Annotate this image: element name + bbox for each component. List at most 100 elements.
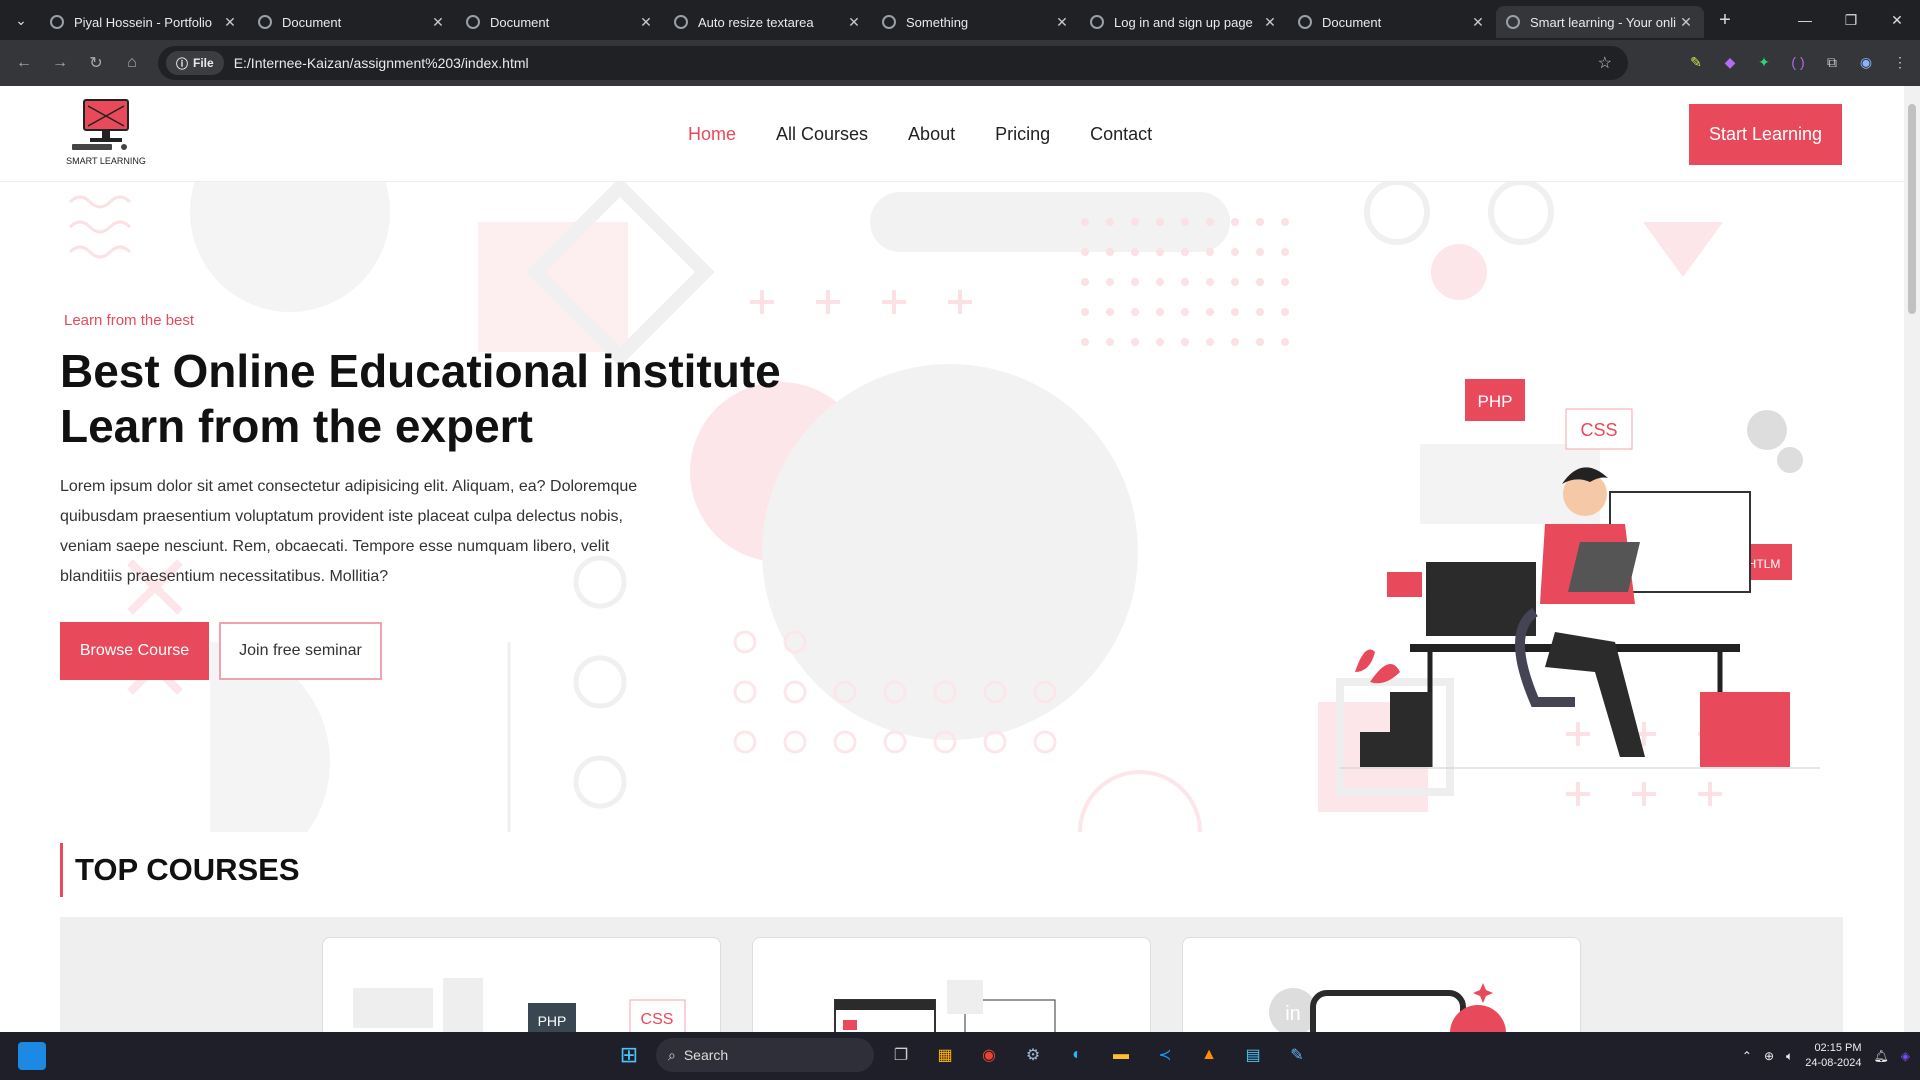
browser-tab[interactable]: Log in and sign up page ✕ (1080, 6, 1288, 38)
green-extension-icon[interactable]: ✦ (1754, 52, 1774, 72)
page-scrollbar[interactable] (1904, 86, 1920, 1032)
os-taskbar: ⊞ ⌕ Search ❐ ▦ ◉ ⚙ ◐ ▬ ≺ ▲ ▤ ✎ ⌃ ⊕ 🔈︎ 02:… (0, 1032, 1920, 1080)
nav-link-contact[interactable]: Contact (1090, 124, 1152, 145)
reload-icon[interactable]: ↻ (78, 45, 114, 81)
vlc-icon[interactable]: ▲ (1192, 1038, 1226, 1072)
file-chip-label: File (193, 56, 214, 70)
clock[interactable]: 02:15 PM 24-08-2024 (1805, 1041, 1861, 1071)
browser-tab[interactable]: Something ✕ (872, 6, 1080, 38)
copilot-icon[interactable]: ◈ (1901, 1049, 1910, 1063)
logo-text: SMART LEARNING (66, 156, 146, 166)
html-tag: HTLM (1748, 557, 1781, 571)
clock-date: 24-08-2024 (1805, 1057, 1862, 1069)
headline-line-1: Best Online Educational institute (60, 345, 781, 397)
nav-link-all-courses[interactable]: All Courses (776, 124, 868, 145)
store-icon[interactable]: ▦ (928, 1038, 962, 1072)
back-icon[interactable]: ← (6, 45, 42, 81)
browser-tab-strip: ⌄ Piyal Hossein - Portfolio ✕ Document ✕ Doc… (0, 0, 1920, 40)
close-tab-icon[interactable]: ✕ (1054, 14, 1070, 31)
home-icon[interactable]: ⌂ (114, 45, 150, 81)
notepad-icon[interactable]: ▤ (1236, 1038, 1270, 1072)
task-view-icon[interactable]: ❐ (884, 1038, 918, 1072)
pen-extension-icon[interactable]: ✎ (1686, 52, 1706, 72)
close-tab-icon[interactable]: ✕ (846, 14, 862, 31)
new-tab-button[interactable]: + (1710, 9, 1740, 32)
edge-icon[interactable]: ◐ (1060, 1038, 1094, 1072)
close-tab-icon[interactable]: ✕ (1262, 14, 1278, 31)
close-tab-icon[interactable]: ✕ (1678, 14, 1694, 31)
chevron-up-icon[interactable]: ⌃ (1742, 1049, 1752, 1063)
more-menu-icon[interactable]: ⋮ (1890, 52, 1910, 72)
tab-label: Auto resize textarea (698, 14, 814, 30)
headline-line-2: Learn from the expert (60, 400, 533, 452)
nav-link-about[interactable]: About (908, 124, 955, 145)
vscode-icon[interactable]: ≺ (1148, 1038, 1182, 1072)
profile-avatar-icon[interactable]: ◉ (1856, 52, 1876, 72)
forward-icon[interactable]: → (42, 45, 78, 81)
puzzle-icon[interactable]: ⧉ (1822, 52, 1842, 72)
hero-section: Learn from the best Best Online Educatio… (0, 182, 1904, 832)
taskbar-search[interactable]: ⌕ Search (656, 1038, 874, 1072)
globe-icon (674, 15, 688, 29)
nav-link-home[interactable]: Home (688, 124, 736, 145)
globe-icon (882, 15, 896, 29)
info-icon: ⓘ (176, 56, 189, 71)
browser-tab[interactable]: Document ✕ (456, 6, 664, 38)
course-css-tag: CSS (641, 1011, 674, 1028)
php-tag: PHP (1478, 392, 1513, 411)
logo[interactable]: SMART LEARNING (66, 98, 146, 170)
close-tab-icon[interactable]: ✕ (1470, 14, 1486, 31)
code-extension-icon[interactable]: ( ) (1788, 52, 1808, 72)
browser-tab[interactable]: Document ✕ (248, 6, 456, 38)
top-courses-heading: TOP COURSES (60, 843, 300, 897)
browser-tab[interactable]: Auto resize textarea ✕ (664, 6, 872, 38)
close-tab-icon[interactable]: ✕ (638, 14, 654, 31)
paint-icon[interactable]: ✎ (1280, 1038, 1314, 1072)
site-header: SMART LEARNING Home All Courses About Prici… (0, 86, 1904, 182)
tab-label: Document (490, 14, 550, 30)
widgets-icon[interactable] (18, 1042, 46, 1070)
search-icon: ⌕ (668, 1046, 676, 1063)
css-tag: CSS (1580, 420, 1617, 440)
scrollbar-thumb[interactable] (1908, 104, 1916, 314)
bookmark-star-icon[interactable]: ☆ (1598, 53, 1612, 73)
chrome-icon[interactable]: ◉ (972, 1038, 1006, 1072)
windows-start-icon[interactable]: ⊞ (612, 1038, 646, 1072)
globe-icon (258, 15, 272, 29)
settings-gear-icon[interactable]: ⚙ (1016, 1038, 1050, 1072)
tab-search-icon[interactable]: ⌄ (6, 5, 36, 35)
tab-label: Document (1322, 14, 1382, 30)
nav-link-pricing[interactable]: Pricing (995, 124, 1050, 145)
browse-course-button[interactable]: Browse Course (60, 622, 209, 680)
tab-label: Log in and sign up page (1114, 14, 1253, 30)
minimize-icon[interactable]: — (1782, 0, 1828, 40)
hero-description: Lorem ipsum dolor sit amet consectetur a… (60, 478, 638, 585)
tab-label: Smart learning - Your onli (1530, 14, 1676, 30)
tab-label: Something (906, 14, 969, 30)
volume-icon[interactable]: 🔈︎ (1786, 1049, 1793, 1064)
tab-label: Piyal Hossein - Portfolio (74, 14, 212, 30)
browser-tab[interactable]: Smart learning - Your onli ✕ (1496, 6, 1704, 38)
close-tab-icon[interactable]: ✕ (222, 14, 238, 31)
file-explorer-icon[interactable]: ▬ (1104, 1038, 1138, 1072)
developer-illustration: PHP CSS HTLM (1340, 379, 1820, 769)
course-card[interactable] (752, 937, 1151, 1032)
svg-text:in: in (1285, 1003, 1301, 1025)
globe-icon (50, 15, 64, 29)
browser-tab[interactable]: Document ✕ (1288, 6, 1496, 38)
join-seminar-button[interactable]: Join free seminar (219, 622, 382, 680)
close-tab-icon[interactable]: ✕ (430, 14, 446, 31)
purple-extension-icon[interactable]: ◆ (1720, 52, 1740, 72)
course-card[interactable]: in (1182, 937, 1581, 1032)
restore-icon[interactable]: ❐ (1828, 0, 1874, 40)
url-text[interactable]: E:/Internee-Kaizan/assignment%203/index.… (234, 55, 529, 71)
language-icon[interactable]: ⊕ (1764, 1049, 1774, 1063)
browser-tab[interactable]: Piyal Hossein - Portfolio ✕ (40, 6, 248, 38)
courses-strip: PHP CSS in (60, 917, 1843, 1032)
close-window-icon[interactable]: ✕ (1874, 0, 1920, 40)
course-card[interactable]: PHP CSS (322, 937, 721, 1032)
site-info-chip[interactable]: ⓘ File (166, 51, 224, 75)
notification-bell-icon[interactable]: 🔔︎ (1874, 1049, 1889, 1063)
omnibox[interactable]: ⓘ File E:/Internee-Kaizan/assignment%203/… (158, 46, 1628, 80)
start-learning-button[interactable]: Start Learning (1689, 104, 1842, 165)
